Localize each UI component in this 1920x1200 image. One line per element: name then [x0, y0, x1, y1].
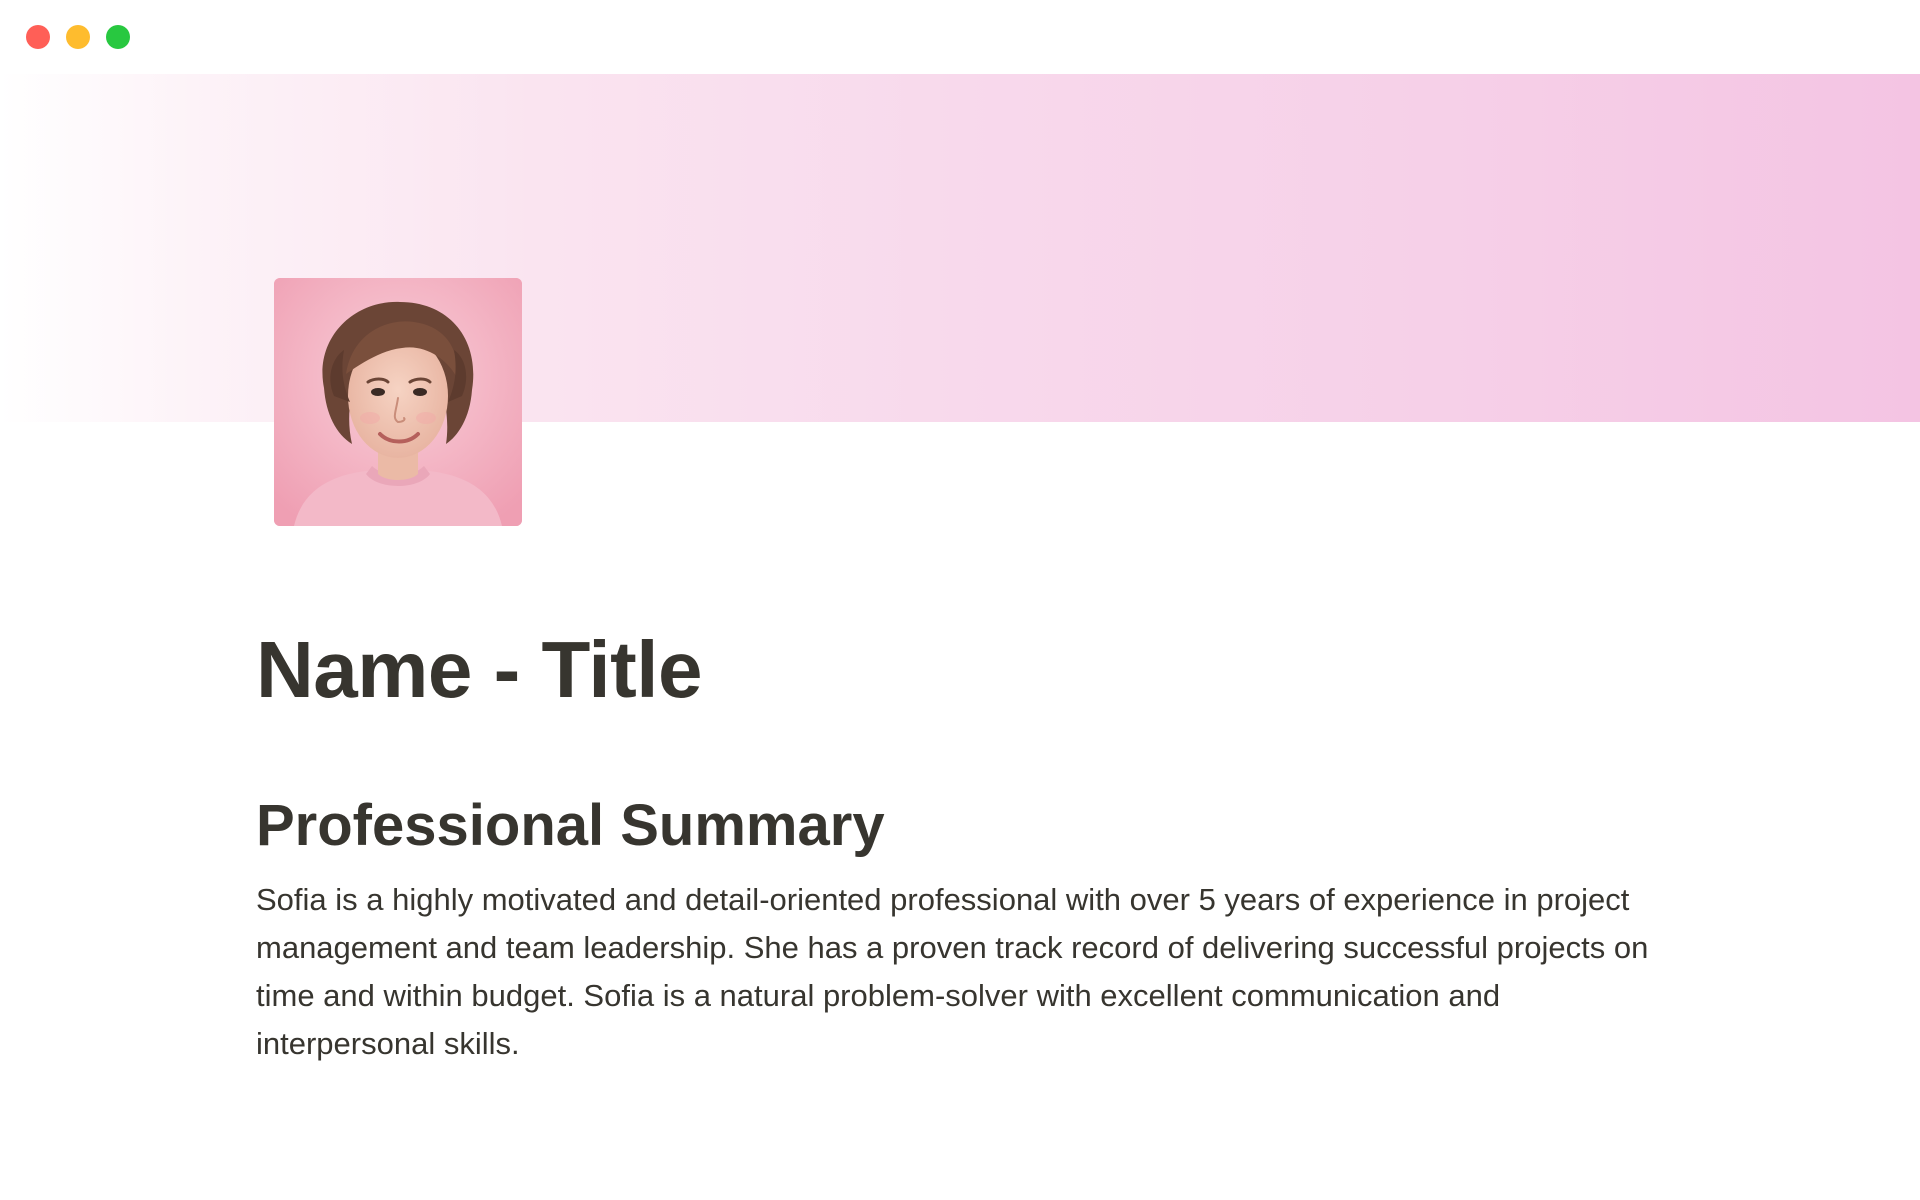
- profile-photo: [274, 278, 522, 526]
- minimize-window-button[interactable]: [66, 25, 90, 49]
- zoom-window-button[interactable]: [106, 25, 130, 49]
- professional-summary-heading[interactable]: Professional Summary: [256, 790, 1676, 862]
- professional-summary-text[interactable]: Sofia is a highly motivated and detail-o…: [256, 876, 1676, 1068]
- portrait-icon[interactable]: [274, 278, 522, 526]
- close-window-button[interactable]: [26, 25, 50, 49]
- window-controls: [26, 25, 130, 49]
- page-title[interactable]: Name - Title: [256, 620, 1676, 720]
- page-content: Name - Title Professional Summary Sofia …: [256, 620, 1676, 1068]
- app-window: Name - Title Professional Summary Sofia …: [0, 0, 1920, 1200]
